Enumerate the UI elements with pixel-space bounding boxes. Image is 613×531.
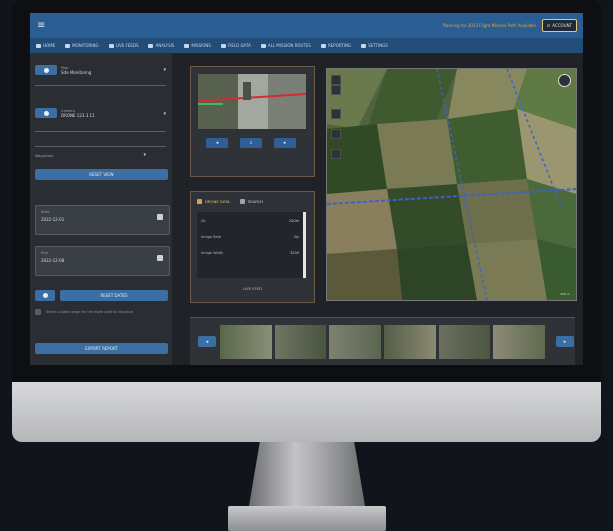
zoom-out-button[interactable] (331, 85, 341, 95)
camera-icon (43, 110, 49, 116)
end-date-value: 2022-12-08 (41, 258, 65, 263)
camera-icon (108, 43, 114, 48)
promo-text: Planning for 2023 Flight Mission Path Av… (442, 23, 536, 28)
thumbnail[interactable] (220, 325, 272, 359)
search-icon (239, 199, 245, 204)
prev-frame-button[interactable]: ◂ (206, 138, 228, 148)
monitor-icon (65, 43, 71, 48)
camera-toggle-button[interactable] (35, 108, 57, 118)
image-strip: ◂ ▸ (190, 317, 575, 365)
export-report-button[interactable]: EXPORT REPORT (35, 343, 168, 354)
app-screen: ≡ Planning for 2023 Flight Mission Path … (30, 13, 583, 365)
nav-item-settings[interactable]: SETTINGS (361, 43, 388, 48)
monitor-chin (12, 382, 601, 442)
thumbnail[interactable] (493, 325, 546, 359)
nav-item-missions[interactable]: MISSIONS (184, 43, 211, 48)
map-imagery (327, 69, 576, 300)
drone-data-panel: DRONE DATA SEARCH Alt 120m Image Rate 2/s … (190, 191, 315, 303)
thumbnail[interactable] (329, 325, 382, 359)
date-toggle-button[interactable] (35, 290, 55, 301)
satellite-map[interactable]: 500 m (326, 68, 577, 301)
tab-search[interactable]: SEARCH (239, 199, 263, 204)
account-icon: ⊡ (546, 23, 551, 28)
tab-drone-data[interactable]: DRONE DATA (197, 199, 230, 204)
compass-icon[interactable] (558, 74, 571, 87)
route-icon (260, 43, 266, 48)
next-frame-button[interactable]: ▸ (274, 138, 296, 148)
nav-item-monitoring[interactable]: MONITORING (65, 43, 99, 48)
strip-prev-button[interactable]: ◂ (198, 336, 216, 347)
account-button[interactable]: ⊡ ACCOUNT (541, 19, 577, 32)
nav-item-home[interactable]: HOME (36, 43, 55, 48)
left-panel: Map Site Monitoring ▾ Camera DRONE 123.3… (30, 53, 172, 365)
measure-button[interactable] (331, 149, 341, 159)
camera-value: DRONE 123.3.11 (61, 112, 95, 118)
camera-preview-panel: ◂ ⌕ ▸ (190, 66, 315, 177)
report-icon (320, 43, 326, 48)
drone-icon (197, 199, 202, 204)
start-date-value: 2022-12-01 (41, 217, 65, 222)
nav-item-live-feeds[interactable]: LIVE FEEDS (108, 43, 138, 48)
nav-item-analysis[interactable]: ANALYSIS (148, 43, 174, 48)
home-icon (36, 43, 41, 48)
mission-select[interactable]: Map Site Monitoring (35, 65, 91, 75)
start-date-label: Start (41, 210, 50, 214)
reset-dates-button[interactable]: RESET DATES (60, 290, 168, 301)
menu-icon[interactable]: ≡ (37, 20, 51, 31)
divider (35, 131, 166, 132)
chevron-down-icon[interactable]: ▾ (163, 111, 166, 117)
calendar-icon[interactable] (157, 214, 163, 220)
table-row: Image Width 3200 (201, 251, 299, 255)
chevron-down-icon[interactable]: ▾ (143, 152, 146, 158)
thumbnail-row (220, 325, 546, 359)
mission-value: Site Monitoring (61, 69, 92, 75)
camera-preview-image (198, 74, 306, 129)
layers-icon (220, 43, 226, 48)
gear-icon (361, 43, 367, 48)
map-scale: 500 m (560, 292, 570, 296)
table-row: Image Rate 2/s (201, 235, 299, 239)
checkbox[interactable] (35, 309, 41, 315)
chart-icon (148, 43, 154, 48)
end-date-label: End (41, 251, 48, 255)
data-table: Alt 120m Image Rate 2/s Image Width 3200 (197, 212, 306, 278)
strip-next-button[interactable]: ▸ (556, 336, 574, 347)
nav-item-reporting[interactable]: REPORTING (320, 43, 351, 48)
zoom-in-button[interactable] (331, 75, 341, 85)
thumbnail[interactable] (274, 325, 327, 359)
main-nav: HOME MONITORING LIVE FEEDS ANALYSIS MISS… (30, 38, 583, 53)
nav-item-routes[interactable]: ALL MISSION ROUTES (260, 43, 311, 48)
toggle-icon (42, 293, 48, 298)
account-label: ACCOUNT (552, 23, 572, 28)
calendar-icon[interactable] (157, 255, 163, 261)
nav-item-field-data[interactable]: FIELD DATA (220, 43, 251, 48)
table-row: Alt 120m (201, 219, 299, 223)
chevron-down-icon[interactable]: ▾ (163, 67, 166, 73)
zoom-button[interactable]: ⌕ (240, 138, 262, 148)
top-bar: ≡ Planning for 2023 Flight Mission Path … (30, 13, 583, 38)
flag-icon (184, 43, 190, 48)
draw-button[interactable] (331, 129, 341, 139)
date-range-hint: Select a date range for the flight path … (46, 310, 134, 314)
start-date-field[interactable]: Start 2022-12-01 (35, 205, 170, 235)
monitor-stand-base (228, 506, 386, 531)
end-date-field[interactable]: End 2022-12-08 (35, 246, 170, 276)
divider (35, 85, 166, 86)
divider (35, 146, 166, 147)
thumbnail[interactable] (438, 325, 491, 359)
live-feed-link[interactable]: LIVE FEED (191, 286, 314, 291)
reset-view-button[interactable]: RESET VIEW (35, 169, 168, 180)
layers-button[interactable] (331, 109, 341, 119)
map-toggle-button[interactable] (35, 65, 57, 75)
map-icon (43, 67, 49, 73)
monitor-stand-neck (248, 442, 366, 512)
waypoints-dropdown-label: Waypoints (35, 154, 54, 158)
camera-select[interactable]: Camera DRONE 123.3.11 (35, 108, 95, 118)
thumbnail[interactable] (384, 325, 436, 359)
